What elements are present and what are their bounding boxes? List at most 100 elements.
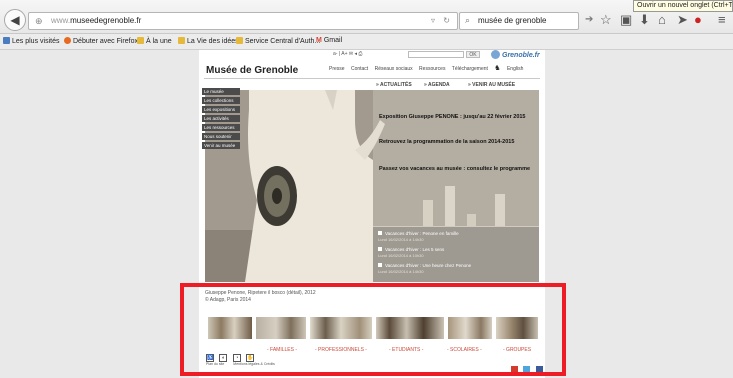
rss-icon xyxy=(137,37,144,44)
url-bar[interactable]: ⊕ www.museedegrenoble.fr ▿ ↻ xyxy=(28,12,458,30)
topnav-reseaux[interactable]: Réseaux sociaux xyxy=(375,66,413,72)
audience-photo-strip xyxy=(207,316,539,340)
photo-groups[interactable] xyxy=(495,316,539,340)
bookmark-label: À la une xyxy=(146,38,172,45)
tab-venir[interactable]: » VENIR AU MUSÉE xyxy=(468,82,515,88)
caption-line: © Adagp, Paris 2014 xyxy=(205,297,251,303)
bookmark-gmail[interactable]: M Gmail xyxy=(316,37,342,44)
search-icon: ⌕ xyxy=(465,15,471,25)
event-title: Vacances d'hiver : Penone en famille xyxy=(385,231,459,236)
link-professionnels[interactable]: - PROFESSIONNELS - xyxy=(315,347,367,353)
link-groupes[interactable]: - GROUPES xyxy=(503,347,531,353)
bookmark-headlines[interactable]: À la une xyxy=(137,37,172,45)
link-legal[interactable]: Mentions légales & Crédits xyxy=(233,362,275,366)
facebook-icon[interactable] xyxy=(535,366,543,373)
bookmark-icon xyxy=(236,37,243,44)
twitter-icon[interactable] xyxy=(523,366,531,373)
star-icon[interactable]: ☆ xyxy=(600,12,612,28)
topnav-presse[interactable]: Presse xyxy=(329,66,345,72)
bookmark-label: Service Central d'Auth... xyxy=(245,38,321,45)
gmail-icon: M xyxy=(316,37,322,44)
photo-students[interactable] xyxy=(375,316,445,340)
home-icon[interactable]: ⌂ xyxy=(658,12,666,27)
globe-icon: ⊕ xyxy=(35,16,43,26)
logo-text: Grenoble.fr xyxy=(502,52,540,59)
news-item[interactable]: Retrouvez la programmation de la saison … xyxy=(379,139,514,145)
grenoble-logo[interactable]: Grenoble.fr xyxy=(491,50,540,59)
send-icon[interactable]: ➤ xyxy=(677,12,688,28)
bookmark-label: La Vie des idées xyxy=(187,38,239,45)
url-domain: museedegrenoble.fr xyxy=(70,16,142,25)
wheelchair-icon[interactable]: ♿ xyxy=(206,354,214,362)
bullet-icon xyxy=(378,247,382,251)
topnav-contact[interactable]: Contact xyxy=(351,66,368,72)
bookmark-auth-service[interactable]: Service Central d'Auth... xyxy=(236,37,320,45)
site-search-button[interactable]: OK xyxy=(466,51,480,58)
deaf-icon[interactable]: ◐ xyxy=(219,354,228,362)
event-item[interactable]: Vacances d'hiver : Une heure chez Penone… xyxy=(378,263,471,274)
events-box: Vacances d'hiver : Penone en famille Lund… xyxy=(373,226,539,282)
event-item[interactable]: Vacances d'hiver : Penone en famille Lund… xyxy=(378,231,459,242)
reload-icon[interactable]: ▿ ↻ xyxy=(431,16,453,25)
link-familles[interactable]: - FAMILLES - xyxy=(267,347,297,353)
search-go-arrow-icon[interactable]: ➔ xyxy=(585,14,593,25)
photo-schools[interactable] xyxy=(447,316,493,340)
bookmark-vie-des-idees[interactable]: La Vie des idées xyxy=(178,37,239,45)
download-icon[interactable]: ⬇ xyxy=(639,12,650,28)
url-text: www.museedegrenoble.fr xyxy=(51,16,141,25)
hearing-icon[interactable]: ◔ xyxy=(232,354,241,362)
news-item[interactable]: Exposition Giuseppe PENONE : jusqu'au 22… xyxy=(379,114,526,120)
bookmark-firefox-start[interactable]: Débuter avec Firefox xyxy=(64,37,138,45)
bookmark-label: Les plus visités xyxy=(12,38,60,45)
photo-gallery[interactable] xyxy=(255,316,307,340)
menu-item-expositions[interactable]: Les expositions xyxy=(202,106,240,113)
bookmarks-toolbar: Les plus visités Débuter avec Firefox À … xyxy=(0,34,733,50)
topnav-ressources[interactable]: Ressources xyxy=(419,66,445,72)
util-tools[interactable]: a- | A+ ✉ ◂ ⎙ xyxy=(333,51,362,57)
event-date: Lund 16/02/2014 à 14h30 xyxy=(378,237,424,242)
menu-item-soutenir[interactable]: Nous soutenir xyxy=(202,133,240,140)
clipboard-icon[interactable]: ▣ xyxy=(620,12,632,28)
event-date: Lund 16/02/2014 à 10h30 xyxy=(378,253,424,258)
topnav-english[interactable]: English xyxy=(507,66,523,72)
event-item[interactable]: Vacances d'hiver : Les 5 sens Lund 16/02/… xyxy=(378,247,444,258)
caption-line: Giuseppe Penone, Ripetere il bosco (déta… xyxy=(205,290,316,296)
link-etudiants[interactable]: - ETUDIANTS - xyxy=(389,347,423,353)
browser-search-text: musée de grenoble xyxy=(478,16,547,25)
menu-item-ressources[interactable]: Les ressources xyxy=(202,124,240,131)
bullet-icon xyxy=(378,231,382,235)
menu-item-musee[interactable]: Le musée xyxy=(202,88,240,95)
url-prefix: www. xyxy=(51,16,71,25)
footer-links: Plan du site Mentions légales & Crédits xyxy=(206,362,275,366)
link-sitemap[interactable]: Plan du site xyxy=(206,362,224,366)
rss-icon xyxy=(178,37,185,44)
menu-item-venir[interactable]: Venir au musée xyxy=(202,142,240,149)
bullet-icon xyxy=(378,263,382,267)
back-arrow-icon[interactable]: ◀ xyxy=(4,9,26,31)
page-title[interactable]: Musée de Grenoble xyxy=(206,65,298,76)
addon-icon[interactable]: ● xyxy=(694,12,702,27)
photo-professionals[interactable] xyxy=(309,316,373,340)
menu-item-collections[interactable]: Les collections xyxy=(202,97,240,104)
menu-item-activites[interactable]: Les activités xyxy=(202,115,240,122)
browser-navbar: ◀ ⊕ www.museedegrenoble.fr ▿ ↻ ⌕ musée d… xyxy=(0,0,733,34)
firefox-icon xyxy=(64,37,71,44)
event-title: Vacances d'hiver : Une heure chez Penone xyxy=(385,263,472,268)
photo-families[interactable] xyxy=(207,316,253,340)
flag-icon: ♞ xyxy=(494,65,501,72)
news-item[interactable]: Passez vos vacances au musée : consultez… xyxy=(379,166,530,172)
sign-language-icon[interactable]: ✋ xyxy=(246,354,255,362)
topnav-telechargement[interactable]: Téléchargement xyxy=(452,66,488,72)
image-caption: Giuseppe Penone, Ripetere il bosco (déta… xyxy=(205,290,316,304)
link-scolaires[interactable]: - SCOLAIRES - xyxy=(447,347,482,353)
tab-agenda[interactable]: » AGENDA xyxy=(424,82,450,88)
site-search-input[interactable] xyxy=(408,51,464,58)
bookmark-label: Débuter avec Firefox xyxy=(73,38,138,45)
folder-icon xyxy=(3,37,10,44)
globe-icon xyxy=(491,50,500,59)
browser-search-input[interactable]: ⌕ musée de grenoble xyxy=(459,12,579,30)
tab-actualites[interactable]: » ACTUALITÉS xyxy=(376,82,412,88)
bookmark-most-visited[interactable]: Les plus visités xyxy=(3,37,59,45)
youtube-icon[interactable] xyxy=(511,366,518,373)
menu-icon[interactable]: ≡ xyxy=(718,12,726,27)
